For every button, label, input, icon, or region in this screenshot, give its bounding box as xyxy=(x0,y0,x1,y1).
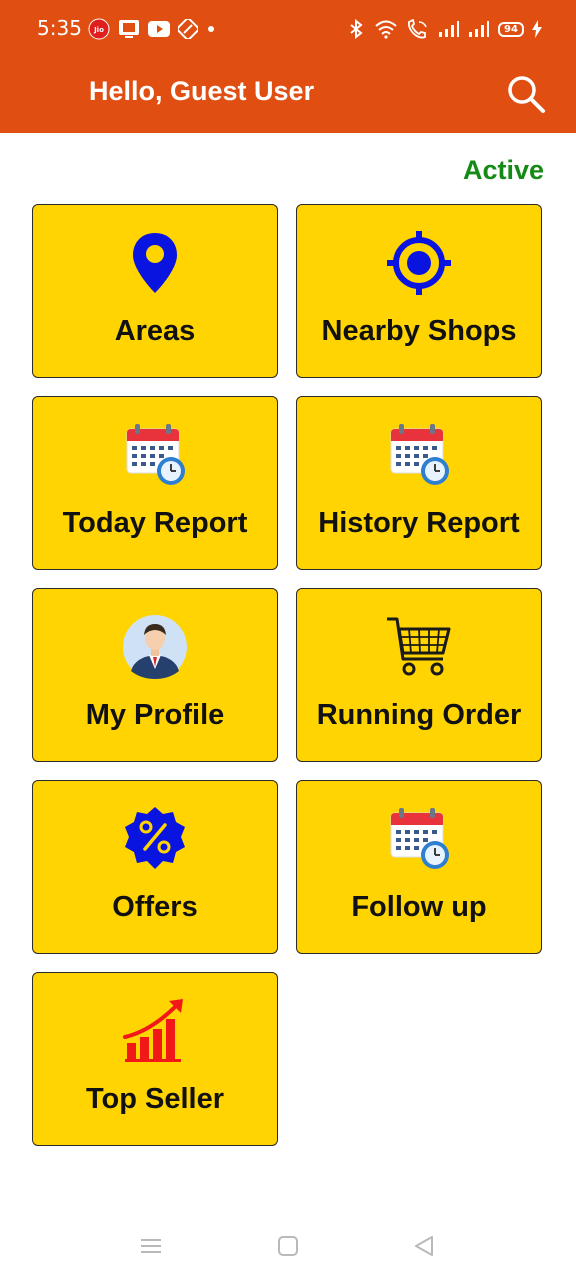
calendar-clock-icon xyxy=(126,424,185,485)
shopping-cart-icon xyxy=(387,617,451,676)
back-icon[interactable] xyxy=(410,1232,438,1260)
charging-icon xyxy=(532,20,542,38)
status-left-icons: Jio xyxy=(88,17,216,41)
active-status-label: Active xyxy=(462,155,544,185)
follow-up-tile[interactable]: Follow up xyxy=(296,780,542,954)
svg-text:Jio: Jio xyxy=(93,26,104,34)
app-bar: Hello, Guest User xyxy=(0,56,576,133)
tile-label: Nearby Shops xyxy=(321,315,517,347)
dot-icon xyxy=(208,26,214,32)
youtube-icon xyxy=(148,21,170,37)
tile-label: My Profile xyxy=(85,699,225,731)
status-right-icons: 94 xyxy=(348,17,542,41)
status-bar: 5:35 Jio 94 xyxy=(0,0,576,56)
offers-tile[interactable]: Offers xyxy=(32,780,278,954)
areas-tile[interactable]: Areas xyxy=(32,204,278,378)
tile-label: Today Report xyxy=(62,507,248,539)
battery-level: 94 xyxy=(504,23,518,35)
menu-icon[interactable] xyxy=(137,1232,165,1260)
bluetooth-icon xyxy=(350,19,363,39)
signal-icon xyxy=(439,21,459,37)
system-nav-bar xyxy=(0,1212,576,1280)
calendar-clock-icon xyxy=(390,424,449,485)
percent-badge-icon xyxy=(125,807,185,869)
calendar-clock-icon xyxy=(390,808,449,869)
today-report-tile[interactable]: Today Report xyxy=(32,396,278,570)
tile-label: Offers xyxy=(112,891,198,923)
avatar-icon xyxy=(123,615,187,679)
my-profile-tile[interactable]: My Profile xyxy=(32,588,278,762)
top-seller-tile[interactable]: Top Seller xyxy=(32,972,278,1146)
tile-label: Follow up xyxy=(351,891,487,923)
wifi-icon xyxy=(375,20,397,39)
tile-label: History Report xyxy=(318,507,520,539)
signal-icon xyxy=(469,21,489,37)
status-time: 5:35 xyxy=(37,16,82,40)
wifi-calling-icon xyxy=(407,19,427,39)
growth-chart-icon xyxy=(123,999,183,1062)
crosshair-icon xyxy=(387,231,451,295)
nfc-icon xyxy=(178,19,198,39)
running-order-tile[interactable]: Running Order xyxy=(296,588,542,762)
tv-icon xyxy=(119,20,139,38)
search-icon[interactable] xyxy=(504,72,548,116)
tile-label: Areas xyxy=(114,315,196,347)
jio-icon: Jio xyxy=(88,18,110,40)
tile-label: Top Seller xyxy=(85,1083,225,1115)
battery-icon: 94 xyxy=(498,21,524,37)
nearby-shops-tile[interactable]: Nearby Shops xyxy=(296,204,542,378)
history-report-tile[interactable]: History Report xyxy=(296,396,542,570)
home-icon[interactable] xyxy=(274,1232,302,1260)
tile-label: Running Order xyxy=(316,699,522,731)
page-title: Hello, Guest User xyxy=(89,76,315,106)
map-pin-icon xyxy=(133,233,177,293)
